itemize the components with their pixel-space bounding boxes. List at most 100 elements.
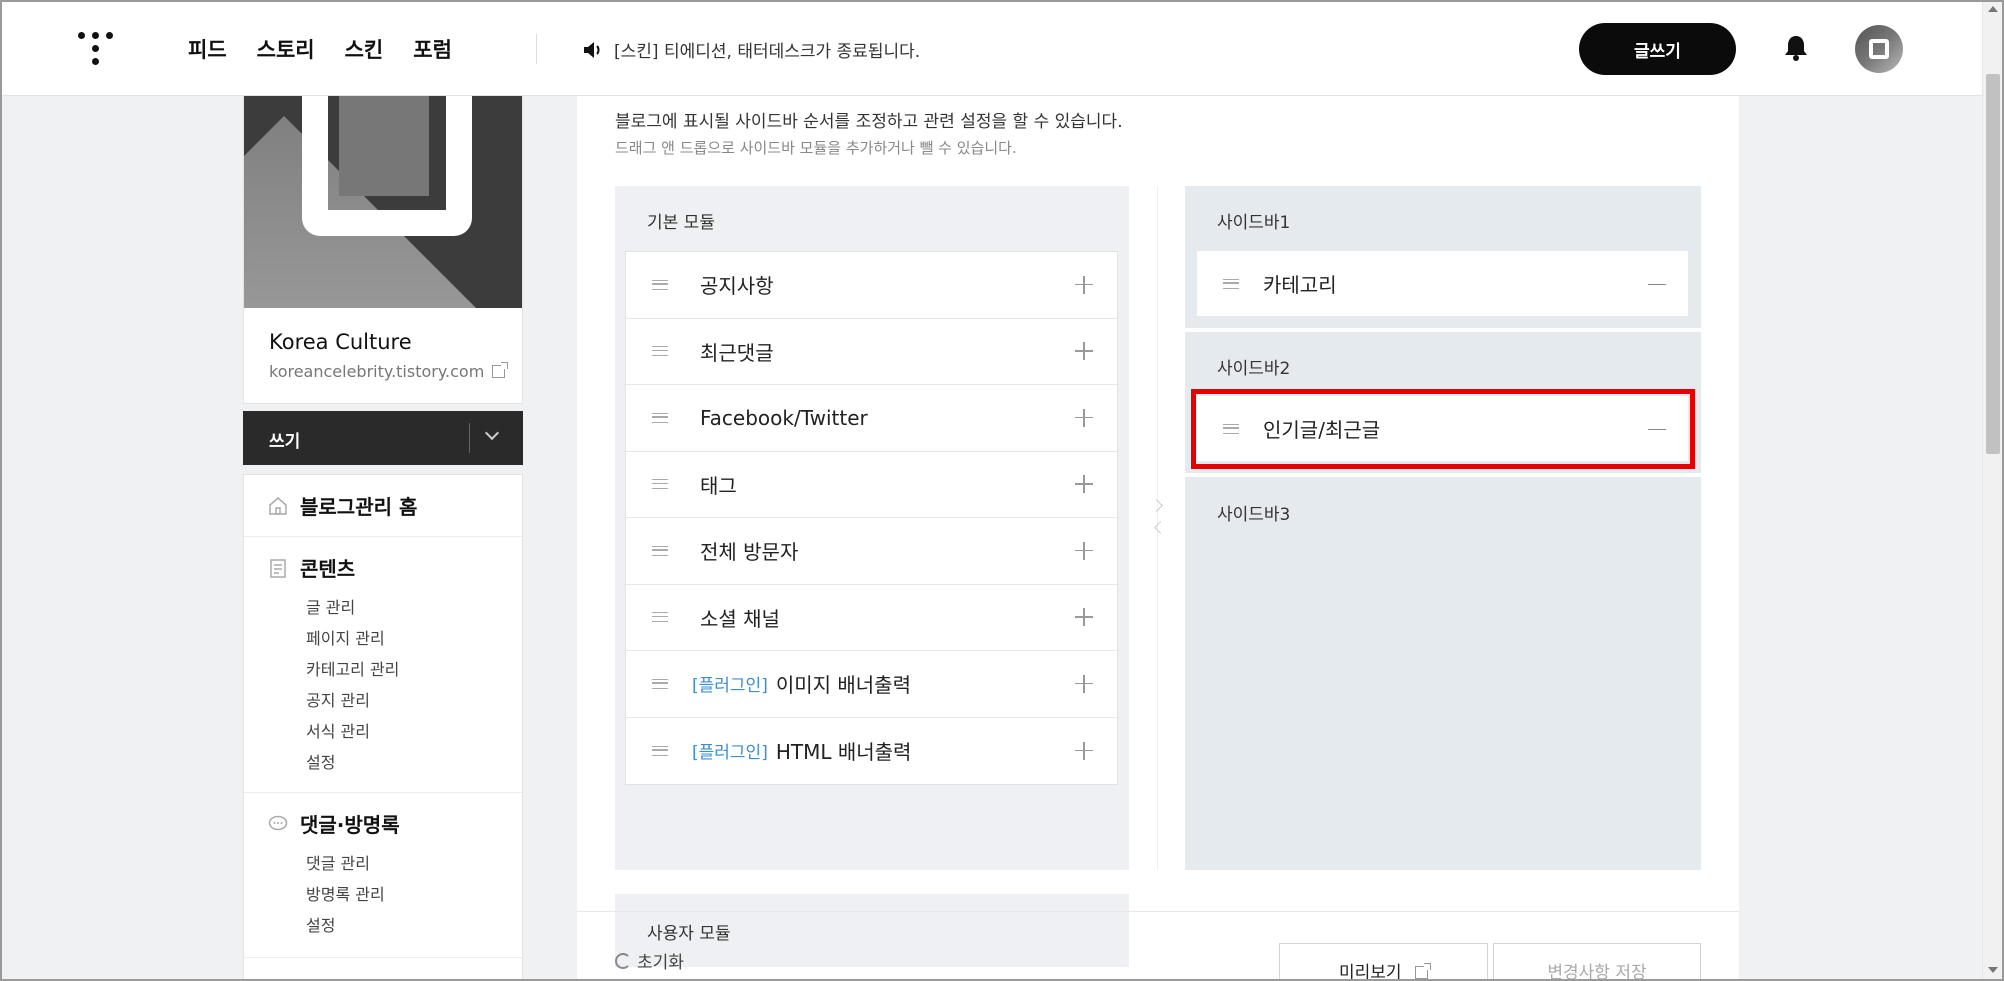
drag-handle-icon[interactable] — [652, 545, 668, 556]
drag-handle-icon[interactable] — [652, 479, 668, 490]
sidebar2-title: 사이드바2 — [1217, 359, 1291, 379]
menu-contents-label[interactable]: 콘텐츠 — [300, 553, 355, 582]
menu-notice-manage[interactable]: 공지 관리 — [306, 685, 522, 716]
menu-category-manage[interactable]: 카테고리 관리 — [306, 654, 522, 685]
basic-modules-title: 기본 모듈 — [647, 213, 715, 233]
sidebar1-title: 사이드바1 — [1217, 213, 1291, 233]
drag-handle-icon[interactable] — [652, 412, 668, 423]
admin-menu: 블로그관리 홈 콘텐츠 글 관리 페이지 관리 카테고리 관리 공지 관리 서식… — [243, 474, 523, 981]
module-total-visitors[interactable]: 전체 방문자 — [626, 518, 1117, 585]
sidebar-separator — [1185, 473, 1701, 477]
scrollbar[interactable] — [1982, 0, 2002, 979]
module-label: 이미지 배너출력 — [775, 673, 911, 698]
module-label: Facebook/Twitter — [700, 405, 868, 430]
module-label: 카테고리 — [1263, 273, 1337, 297]
menu-home[interactable]: 블로그관리 홈 — [244, 475, 522, 520]
description-primary: 블로그에 표시될 사이드바 순서를 조정하고 관련 설정을 할 수 있습니다. — [615, 112, 1123, 132]
module-label: HTML 배너출력 — [775, 740, 912, 765]
reset-label: 초기화 — [637, 953, 684, 973]
add-icon[interactable] — [1075, 275, 1093, 294]
menu-comments-label[interactable]: 댓글·방명록 — [300, 809, 400, 838]
reset-button[interactable]: 초기화 — [615, 948, 684, 973]
write-dropdown-label[interactable]: 쓰기 — [269, 427, 300, 452]
speech-bubble-icon — [268, 815, 288, 830]
main-nav: 피드 스토리 스킨 포럼 — [188, 34, 452, 64]
module-label: 전체 방문자 — [700, 540, 799, 565]
drag-handle-icon[interactable] — [1223, 278, 1239, 289]
menu-post-manage[interactable]: 글 관리 — [306, 592, 522, 623]
scroll-up-icon[interactable] — [1988, 6, 1998, 12]
write-dropdown[interactable]: 쓰기 — [243, 411, 523, 465]
module-label: 공지사항 — [700, 274, 774, 299]
bell-icon[interactable] — [1783, 34, 1809, 62]
module-image-banner[interactable]: [플러그인] 이미지 배너출력 — [626, 651, 1117, 718]
blog-url[interactable]: koreancelebrity.tistory.com — [269, 362, 509, 381]
add-icon[interactable] — [1075, 608, 1093, 627]
sidebar1-module-category[interactable]: 카테고리 — [1197, 251, 1688, 316]
chevron-down-icon[interactable] — [484, 425, 500, 441]
menu-comments[interactable]: 댓글·방명록 — [244, 793, 522, 838]
menu-comments-settings[interactable]: 설정 — [306, 910, 522, 941]
drag-handle-icon[interactable] — [652, 745, 668, 756]
module-label: 최근댓글 — [700, 340, 774, 365]
nav-feed[interactable]: 피드 — [188, 34, 227, 64]
menu-template-manage[interactable]: 서식 관리 — [306, 716, 522, 747]
module-facebook-twitter[interactable]: Facebook/Twitter — [626, 385, 1117, 452]
plugin-tag: [플러그인] — [692, 743, 768, 764]
preview-button[interactable]: 미리보기 — [1279, 943, 1488, 981]
blog-thumbnail[interactable] — [244, 96, 522, 308]
module-tag[interactable]: 태그 — [626, 452, 1117, 518]
add-icon[interactable] — [1075, 541, 1093, 560]
add-icon[interactable] — [1075, 342, 1093, 361]
speaker-icon — [584, 41, 600, 58]
move-arrows-icon — [1149, 498, 1167, 538]
notice[interactable]: [스킨] 티에디션, 태터데스크가 종료됩니다. — [582, 37, 920, 62]
drag-handle-icon[interactable] — [652, 612, 668, 623]
module-html-banner[interactable]: [플러그인] HTML 배너출력 — [626, 718, 1117, 785]
home-icon — [269, 496, 287, 515]
tistory-logo-icon[interactable] — [78, 32, 114, 66]
save-changes-button[interactable]: 변경사항 저장 — [1493, 943, 1701, 981]
menu-guestbook-manage[interactable]: 방명록 관리 — [306, 879, 522, 910]
remove-icon[interactable] — [1648, 283, 1666, 285]
menu-contents-section: 콘텐츠 글 관리 페이지 관리 카테고리 관리 공지 관리 서식 관리 설정 — [244, 537, 522, 793]
menu-contents-settings[interactable]: 설정 — [306, 747, 522, 778]
drag-handle-icon[interactable] — [652, 678, 668, 689]
plugin-tag: [플러그인] — [692, 676, 768, 697]
blog-card: Korea Culture koreancelebrity.tistory.co… — [243, 96, 523, 404]
menu-comment-manage[interactable]: 댓글 관리 — [306, 848, 522, 879]
basic-modules-column: 기본 모듈 공지사항 최근댓글 Facebook/Twitter 태그 전체 방… — [615, 186, 1129, 870]
menu-page-manage[interactable]: 페이지 관리 — [306, 623, 522, 654]
menu-home-label[interactable]: 블로그관리 홈 — [300, 491, 417, 520]
nav-story[interactable]: 스토리 — [257, 34, 315, 64]
module-recent-comments[interactable]: 최근댓글 — [626, 319, 1117, 385]
menu-contents[interactable]: 콘텐츠 — [244, 537, 522, 582]
menu-comments-section: 댓글·방명록 댓글 관리 방명록 관리 설정 — [244, 793, 522, 958]
sidebars-column: 사이드바1 카테고리 사이드바2 인기글/최근글 사이드바3 — [1185, 186, 1701, 870]
external-link-icon[interactable] — [492, 362, 509, 378]
write-post-button[interactable]: 글쓰기 — [1579, 23, 1736, 75]
drag-handle-icon[interactable] — [652, 279, 668, 290]
document-icon — [270, 558, 286, 578]
blog-url-text[interactable]: koreancelebrity.tistory.com — [269, 362, 484, 381]
add-icon[interactable] — [1075, 408, 1093, 427]
add-icon[interactable] — [1075, 674, 1093, 693]
blog-name[interactable]: Korea Culture — [269, 330, 412, 354]
highlight-box — [1191, 389, 1695, 469]
nav-skin[interactable]: 스킨 — [345, 34, 384, 64]
description-secondary: 드래그 앤 드롭으로 사이드바 모듈을 추가하거나 뺄 수 있습니다. — [615, 139, 1017, 157]
scroll-down-icon[interactable] — [1988, 967, 1998, 973]
module-label: 태그 — [700, 473, 737, 498]
avatar[interactable] — [1855, 25, 1903, 73]
nav-forum[interactable]: 포럼 — [413, 34, 452, 64]
add-icon[interactable] — [1075, 475, 1093, 494]
module-notice[interactable]: 공지사항 — [626, 252, 1117, 319]
panel-footer: 초기화 미리보기 변경사항 저장 — [577, 911, 1739, 981]
preview-label: 미리보기 — [1339, 962, 1402, 981]
scroll-thumb[interactable] — [1986, 74, 2000, 454]
module-social-channel[interactable]: 소셜 채널 — [626, 585, 1117, 651]
add-icon[interactable] — [1075, 741, 1093, 760]
nav-divider — [536, 34, 537, 64]
drag-handle-icon[interactable] — [652, 346, 668, 357]
sidebar3-title: 사이드바3 — [1217, 505, 1291, 525]
